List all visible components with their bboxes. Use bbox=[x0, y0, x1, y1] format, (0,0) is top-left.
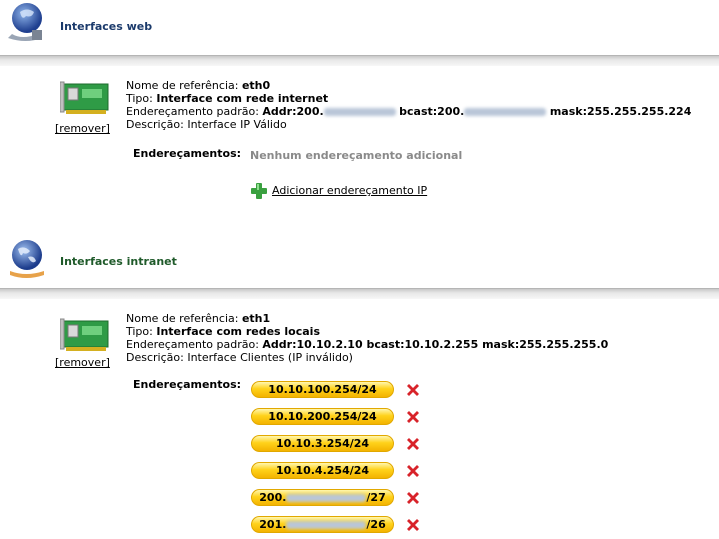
desc-label: Descrição: bbox=[126, 351, 184, 364]
ref-value: eth1 bbox=[241, 312, 271, 325]
addresses-label-eth0: Endereçamentos: bbox=[133, 147, 242, 160]
default-addr-value: Addr:10.10.2.10 bcast:10.10.2.255 mask:2… bbox=[262, 338, 609, 351]
delete-icon[interactable] bbox=[405, 517, 421, 533]
eth0-info: Nome de referência: eth0 Tipo: Interface… bbox=[126, 79, 691, 131]
mask-value: mask:255.255.255.224 bbox=[549, 105, 692, 118]
desc-value: Interface Clientes (IP inválido) bbox=[187, 351, 353, 364]
address-prefix: 200. bbox=[259, 491, 287, 504]
address-prefix: 201. bbox=[259, 518, 287, 531]
bcast-prefix: bcast:200. bbox=[399, 105, 465, 118]
redacted-ip bbox=[464, 108, 547, 116]
address-suffix: /26 bbox=[366, 518, 386, 531]
delete-icon[interactable] bbox=[405, 436, 421, 452]
address-pill[interactable]: 200. /27 bbox=[251, 489, 394, 506]
type-value: Interface com rede internet bbox=[156, 92, 329, 105]
ref-value: eth0 bbox=[241, 79, 271, 92]
address-pill[interactable]: 10.10.3.254/24 bbox=[251, 435, 394, 452]
delete-icon[interactable] bbox=[405, 382, 421, 398]
delete-icon[interactable] bbox=[405, 463, 421, 479]
remove-eth0-link[interactable]: [remover] bbox=[55, 122, 110, 135]
add-ip-label: Adicionar endereçamento IP bbox=[272, 184, 428, 197]
delete-icon[interactable] bbox=[405, 409, 421, 425]
type-label: Tipo: bbox=[126, 325, 153, 338]
redacted-ip bbox=[286, 521, 367, 529]
network-card-icon bbox=[60, 318, 109, 351]
default-addr-label: Endereçamento padrão: bbox=[126, 338, 259, 351]
default-addr-prefix: Addr:200. bbox=[262, 105, 324, 118]
address-pill[interactable]: 10.10.100.254/24 bbox=[251, 381, 394, 398]
ref-label: Nome de referência: bbox=[126, 79, 239, 92]
section-divider bbox=[0, 55, 719, 66]
remove-eth1-link[interactable]: [remover] bbox=[55, 356, 110, 369]
addresses-label-eth1: Endereçamentos: bbox=[133, 378, 242, 391]
no-addresses-text: Nenhum endereçamento adicional bbox=[250, 149, 463, 162]
desc-label: Descrição: bbox=[126, 118, 184, 131]
redacted-ip bbox=[323, 108, 396, 116]
type-value: Interface com redes locais bbox=[156, 325, 321, 338]
section-title-intranet: Interfaces intranet bbox=[60, 255, 177, 268]
address-suffix: /27 bbox=[366, 491, 386, 504]
redacted-ip bbox=[286, 494, 367, 502]
plus-icon bbox=[251, 183, 267, 199]
default-addr-label: Endereçamento padrão: bbox=[126, 105, 259, 118]
delete-icon[interactable] bbox=[405, 490, 421, 506]
ref-label: Nome de referência: bbox=[126, 312, 239, 325]
network-card-icon bbox=[60, 81, 109, 114]
intranet-section-header: Interfaces intranet bbox=[0, 0, 719, 278]
address-pill[interactable]: 10.10.200.254/24 bbox=[251, 408, 394, 425]
section-divider bbox=[0, 288, 719, 299]
desc-value: Interface IP Válido bbox=[187, 118, 287, 131]
address-pill[interactable]: 10.10.4.254/24 bbox=[251, 462, 394, 479]
address-pill[interactable]: 201. /26 bbox=[251, 516, 394, 533]
eth1-info: Nome de referência: eth1 Tipo: Interface… bbox=[126, 312, 608, 364]
intranet-globe-icon bbox=[10, 240, 44, 278]
type-label: Tipo: bbox=[126, 92, 153, 105]
